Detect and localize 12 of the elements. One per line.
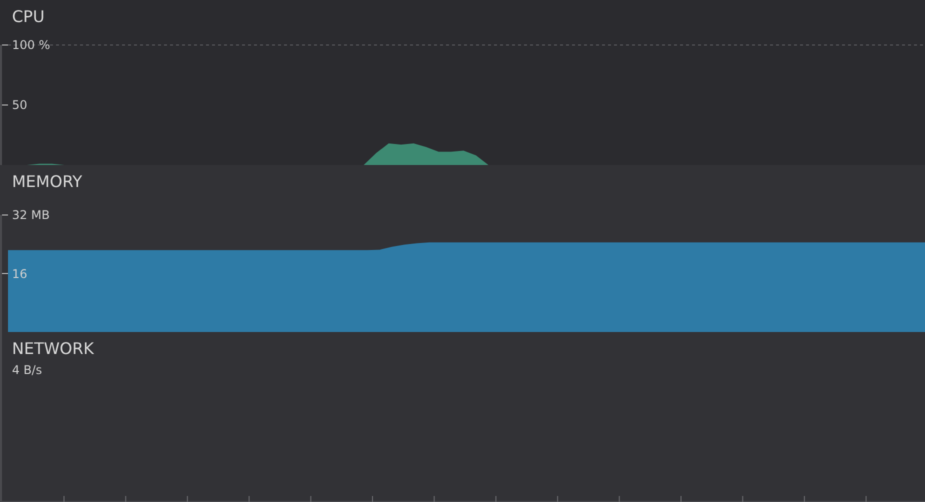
panel-title: MEMORY: [11, 171, 82, 193]
tick-label: 100 %: [12, 38, 50, 52]
tick-mark: [2, 273, 8, 274]
tick-mark: [2, 214, 8, 216]
tick-label: 16: [12, 266, 28, 280]
tick-label: 32 MB: [12, 208, 50, 222]
tick-mark: [2, 44, 8, 46]
panel-title: CPU: [11, 6, 45, 28]
axis-label: 4 B/s: [11, 362, 42, 377]
panel-title: NETWORK: [11, 338, 94, 360]
tick-mark: [2, 104, 8, 106]
tick-label: 50: [12, 98, 28, 112]
